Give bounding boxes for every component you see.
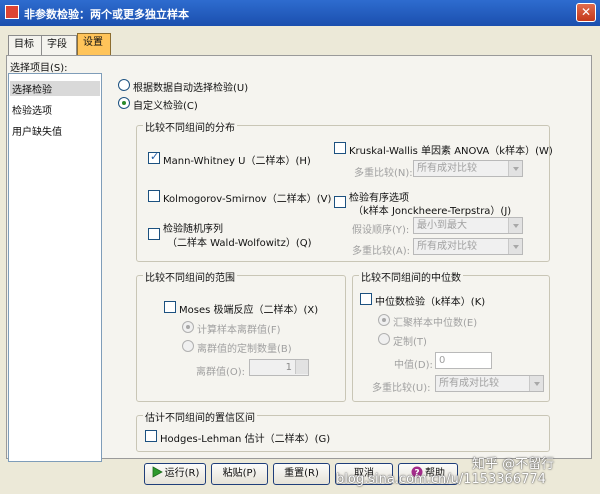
- spin-up-icon[interactable]: [295, 360, 308, 367]
- list-item-user-missing[interactable]: 用户缺失值: [12, 123, 62, 138]
- compare-ranges-title: 比较不同组间的范围: [143, 269, 237, 284]
- list-item-test-options[interactable]: 检验选项: [12, 102, 52, 117]
- multiple-compare-dropdown[interactable]: 所有成对比较: [413, 160, 523, 177]
- runs-test-label: 检验随机序列: [163, 224, 223, 235]
- compute-outliers-radio[interactable]: [182, 321, 194, 333]
- custom-median-radio[interactable]: [378, 333, 390, 345]
- kolmogorov-checkbox[interactable]: [148, 190, 160, 202]
- pooled-median-label: 汇聚样本中位数(E): [393, 318, 478, 329]
- auto-select-label: 根据数据自动选择检验(U): [133, 83, 249, 94]
- close-button[interactable]: ✕: [576, 3, 596, 22]
- hypothesis-order-value: 最小到最大: [417, 220, 467, 231]
- moses-label: Moses 极端反应（二样本）(X): [179, 305, 319, 316]
- kolmogorov-label: Kolmogorov-Smirnov（二样本）(V): [163, 194, 332, 205]
- window-title: 非参数检验：两个或更多独立样本: [24, 8, 189, 21]
- tab-target[interactable]: 目标: [8, 35, 42, 55]
- auto-select-radio[interactable]: [118, 79, 130, 91]
- chevron-down-icon: [508, 239, 522, 254]
- outliers-value: 1: [285, 362, 292, 373]
- confidence-interval-title: 估计不同组间的置信区间: [143, 409, 257, 424]
- pooled-median-radio[interactable]: [378, 314, 390, 326]
- watermark-zhihu: 知乎 @不留行: [472, 457, 555, 472]
- chevron-down-icon: [529, 376, 543, 391]
- compare-ranges-group: 比较不同组间的范围: [136, 269, 346, 402]
- select-items-list[interactable]: 选择检验 检验选项 用户缺失值: [8, 73, 102, 462]
- median-multiple-compare-dropdown[interactable]: 所有成对比较: [435, 375, 544, 392]
- chevron-down-icon: [508, 161, 522, 176]
- list-item-select-tests[interactable]: 选择检验: [10, 81, 100, 96]
- compare-medians-title: 比较不同组间的中位数: [359, 269, 463, 284]
- watermark-blog-url: blog.sina.com.cn/u/1153366774: [336, 472, 546, 487]
- runs-test-checkbox[interactable]: [148, 228, 160, 240]
- median-multiple-compare-label: 多重比较(U):: [372, 383, 431, 394]
- median-test-label: 中位数检验（k样本）(K): [375, 297, 486, 308]
- multiple-compare-value: 所有成对比较: [417, 163, 477, 174]
- play-icon: [151, 466, 163, 478]
- run-button[interactable]: 运行(R): [144, 463, 206, 485]
- paste-button[interactable]: 粘贴(P): [211, 463, 268, 485]
- spin-down-icon[interactable]: [295, 367, 308, 374]
- outliers-spinner[interactable]: 1: [249, 359, 309, 376]
- compare-distributions-title: 比较不同组间的分布: [143, 119, 237, 134]
- median-value-label: 中值(D):: [394, 360, 433, 371]
- app-icon: [5, 5, 19, 19]
- multiple-compare-2-label: 多重比较(A):: [352, 246, 411, 257]
- hypothesis-order-label: 假设顺序(Y):: [352, 225, 410, 236]
- hodges-lehman-checkbox[interactable]: [145, 430, 157, 442]
- reset-button-label: 重置(R): [284, 468, 319, 479]
- kruskal-wallis-label: Kruskal-Wallis 单因素 ANOVA（k样本）(W): [349, 146, 553, 157]
- mann-whitney-label: Mann-Whitney U（二样本）(H): [163, 156, 311, 167]
- tab-settings[interactable]: 设置: [77, 33, 111, 56]
- tab-fields[interactable]: 字段: [41, 35, 77, 55]
- ordered-alternatives-checkbox[interactable]: [334, 196, 346, 208]
- runs-test-sublabel: （二样本 Wald-Wolfowitz）(Q): [167, 238, 312, 249]
- median-multiple-compare-value: 所有成对比较: [439, 378, 499, 389]
- chevron-down-icon: [508, 218, 522, 233]
- dialog-body: 目标 字段 设置 选择项目(S): 选择检验 检验选项 用户缺失值 根据数据自动…: [0, 26, 600, 494]
- reset-button[interactable]: 重置(R): [273, 463, 330, 485]
- multiple-compare-2-dropdown[interactable]: 所有成对比较: [413, 238, 523, 255]
- median-value-text: 0: [439, 355, 446, 366]
- custom-tests-label: 自定义检验(C): [133, 101, 198, 112]
- mann-whitney-checkbox[interactable]: [148, 150, 160, 164]
- hodges-lehman-label: Hodges-Lehman 估计（二样本）(G): [160, 434, 331, 445]
- custom-outliers-radio[interactable]: [182, 340, 194, 352]
- hypothesis-order-dropdown[interactable]: 最小到最大: [413, 217, 523, 234]
- custom-median-label: 定制(T): [393, 337, 427, 348]
- title-bar: 非参数检验：两个或更多独立样本 ✕: [0, 0, 600, 26]
- run-button-label: 运行(R): [164, 468, 200, 479]
- kruskal-wallis-checkbox[interactable]: [334, 142, 346, 154]
- median-value-input[interactable]: 0: [435, 352, 492, 369]
- multiple-compare-label: 多重比较(N):: [354, 168, 413, 179]
- custom-tests-radio[interactable]: [118, 97, 130, 109]
- outliers-label: 离群值(O):: [196, 367, 246, 378]
- paste-button-label: 粘贴(P): [222, 468, 257, 479]
- select-items-label: 选择项目(S):: [10, 63, 68, 74]
- median-test-checkbox[interactable]: [360, 293, 372, 305]
- multiple-compare-2-value: 所有成对比较: [417, 241, 477, 252]
- moses-checkbox[interactable]: [164, 301, 176, 313]
- ordered-alternatives-sublabel: （k样本 Jonckheere-Terpstra）(J): [353, 206, 512, 217]
- compute-outliers-label: 计算样本离群值(F): [197, 325, 281, 336]
- custom-outliers-label: 离群值的定制数量(B): [197, 344, 292, 355]
